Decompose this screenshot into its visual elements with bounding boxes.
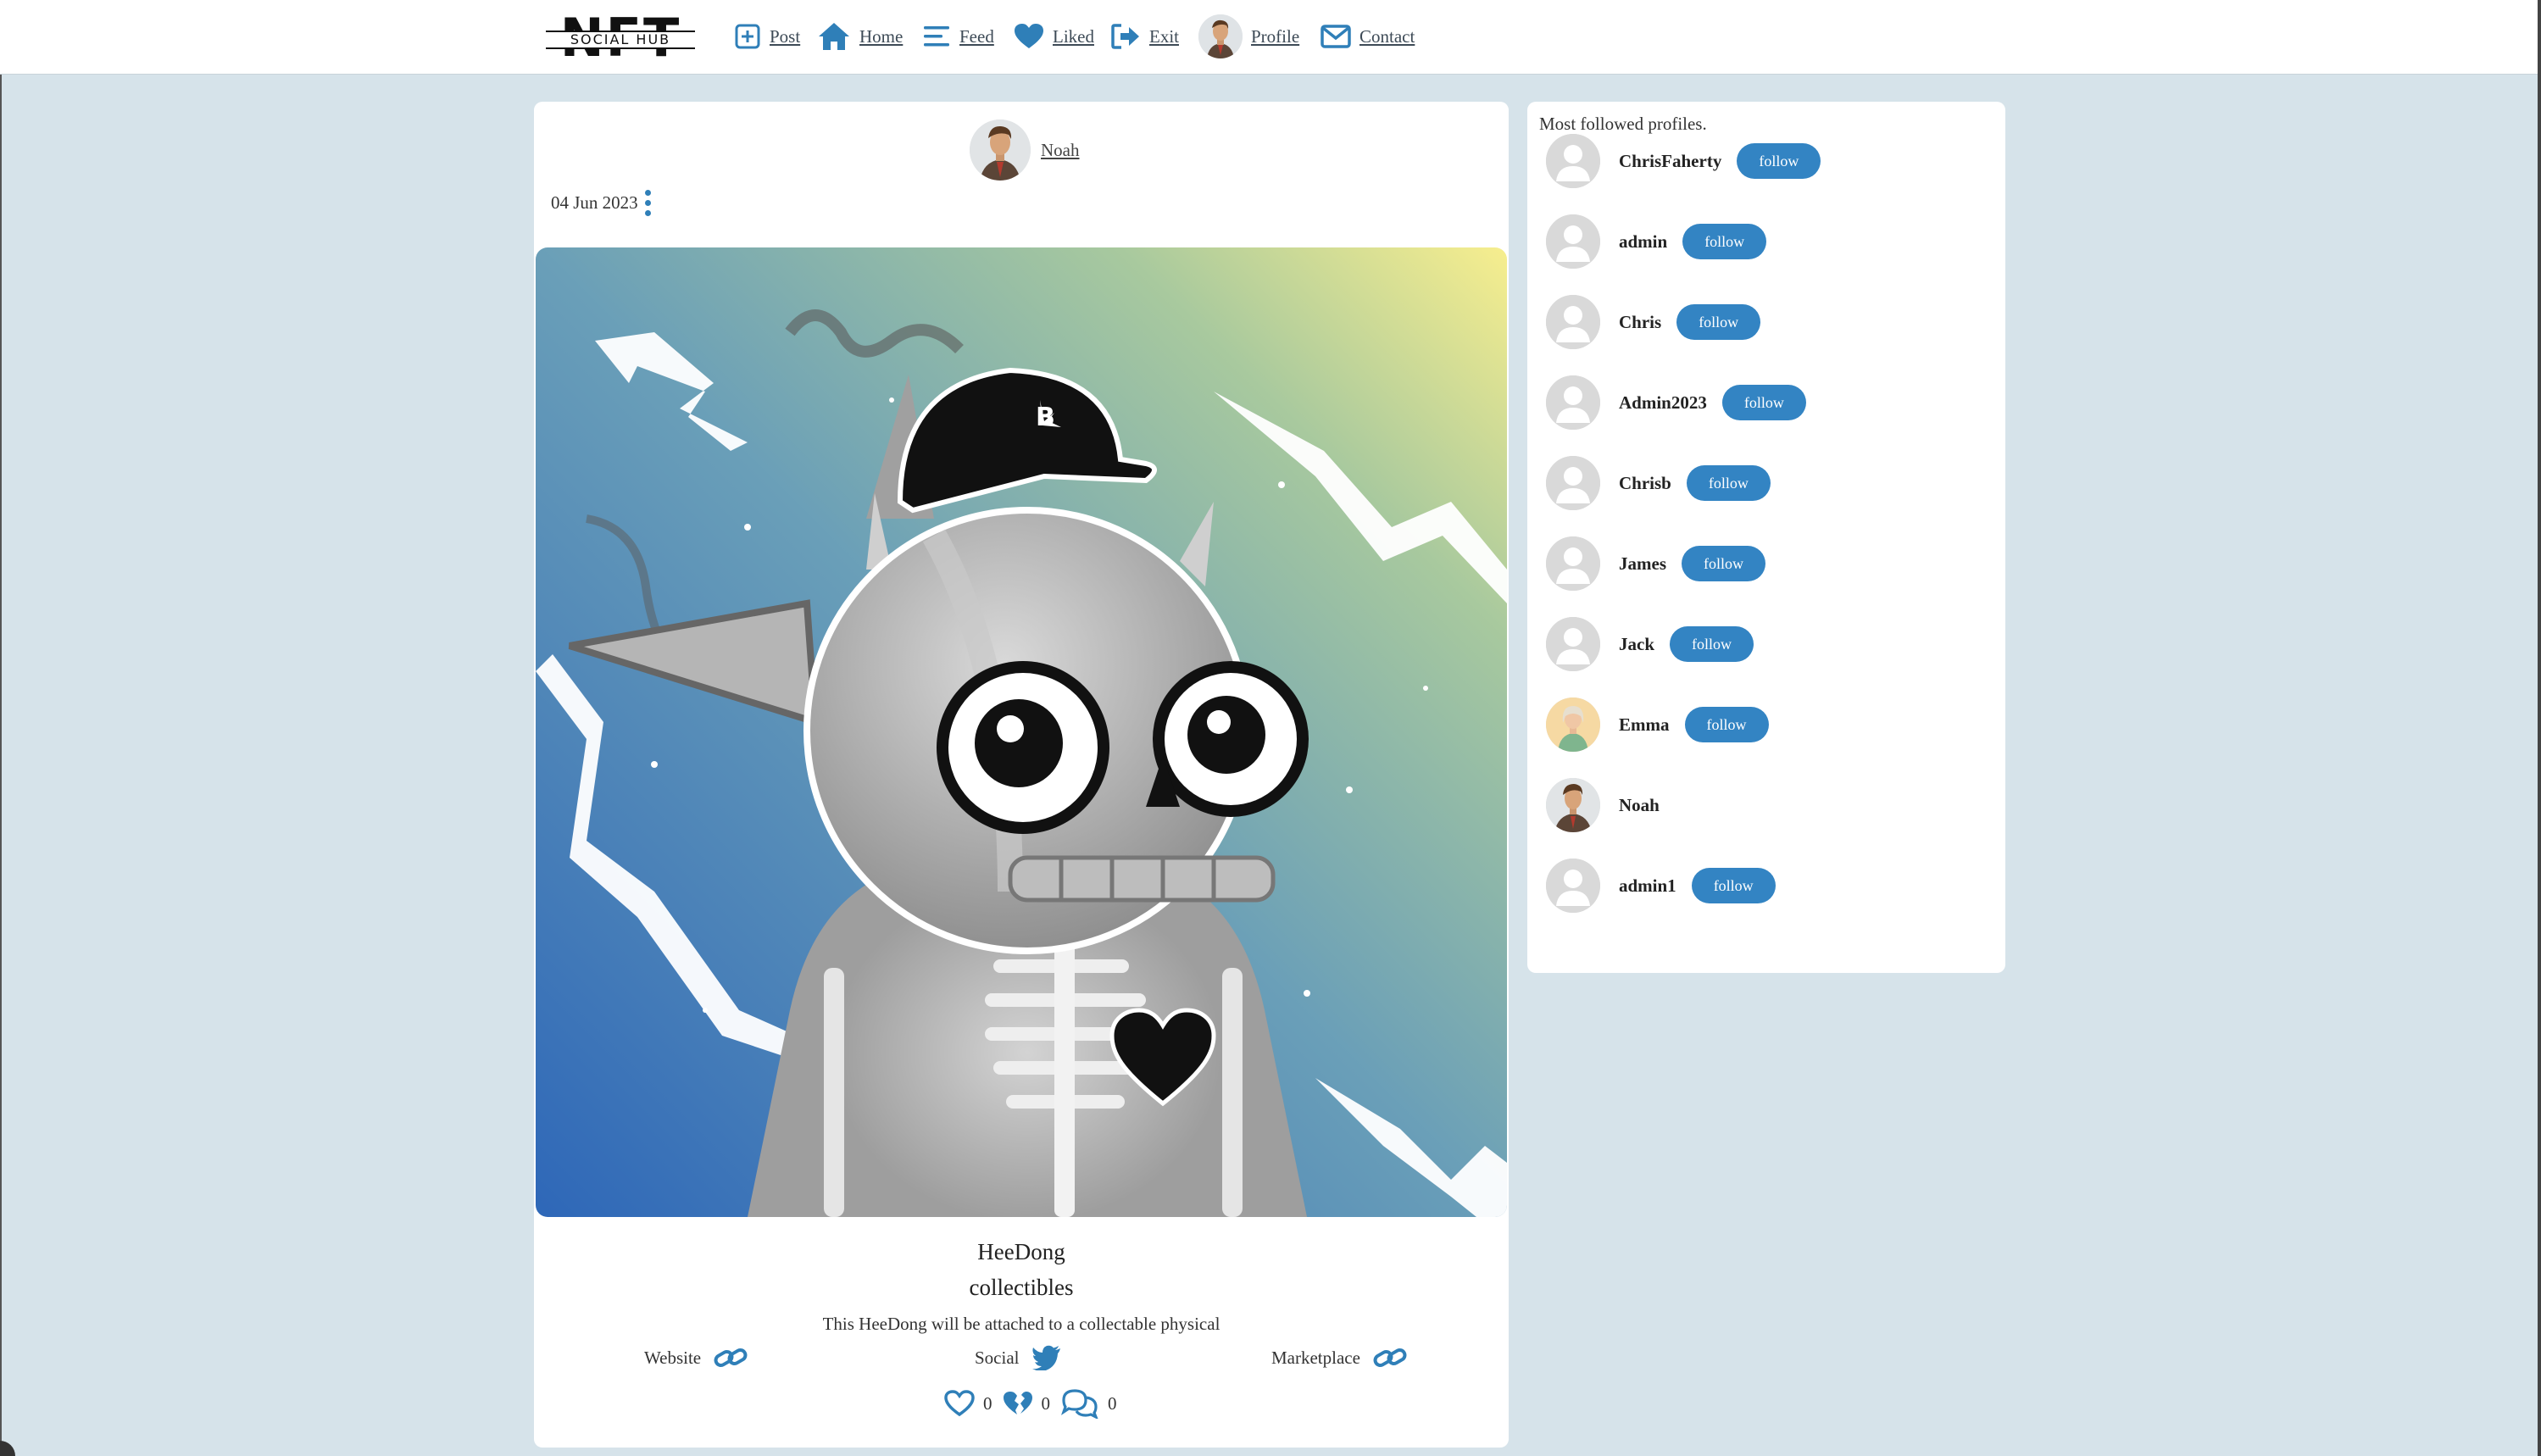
profile-row[interactable]: ChrisFaherty follow (1546, 129, 1821, 193)
nav-contact-label: Contact (1359, 25, 1415, 47)
follow-button[interactable]: follow (1682, 546, 1765, 581)
profile-name[interactable]: admin1 (1619, 875, 1676, 897)
heart-icon (1015, 24, 1043, 48)
most-followed-sidebar: Most followed profiles. ChrisFaherty foll… (1527, 102, 2005, 973)
marketplace-label: Marketplace (1271, 1347, 1360, 1368)
comment-count: 0 (1108, 1392, 1117, 1414)
dislike-count: 0 (1041, 1392, 1051, 1414)
nav-liked-label: Liked (1053, 25, 1094, 47)
profile-name[interactable]: admin (1619, 231, 1667, 253)
social-link[interactable]: Social (975, 1341, 1062, 1375)
profile-name[interactable]: Jack (1619, 634, 1654, 655)
avatar[interactable] (1546, 617, 1600, 671)
like-heart-icon[interactable] (944, 1390, 975, 1417)
avatar[interactable] (1546, 134, 1600, 188)
post-date-row: 04 Jun 2023 (551, 190, 651, 216)
profile-row[interactable]: Jack follow (1546, 612, 1754, 676)
navbar: NFT SOCIAL HUB Post Home Feed Liked (0, 0, 2538, 75)
marketplace-link[interactable]: Marketplace (1271, 1341, 1408, 1375)
author-name-link[interactable]: Noah (1041, 140, 1080, 161)
nav-feed-link[interactable]: Feed (922, 15, 994, 58)
nav-exit-label: Exit (1149, 25, 1179, 47)
broken-heart-icon[interactable] (1003, 1390, 1033, 1417)
follow-button[interactable]: follow (1721, 385, 1806, 420)
profile-row[interactable]: James follow (1546, 531, 1765, 596)
like-count: 0 (983, 1392, 992, 1414)
avatar[interactable] (1546, 536, 1600, 591)
profile-row[interactable]: Admin2023 follow (1546, 370, 1806, 435)
nav-exit-link[interactable]: Exit (1110, 15, 1179, 58)
author-avatar[interactable] (970, 119, 1031, 181)
avatar[interactable] (1546, 778, 1600, 832)
nav-feed-label: Feed (959, 25, 994, 47)
profile-name[interactable]: Chris (1619, 312, 1661, 333)
avatar[interactable] (1546, 295, 1600, 349)
nav-profile-label: Profile (1251, 25, 1300, 47)
profile-name[interactable]: Admin2023 (1619, 392, 1707, 414)
nav-profile-link[interactable]: Profile (1198, 14, 1300, 58)
window-left-edge (0, 0, 2, 1456)
logo-subtext: SOCIAL HUB (570, 31, 671, 47)
profile-name[interactable]: Noah (1619, 795, 1660, 816)
svg-text:B: B (1036, 403, 1055, 432)
avatar[interactable] (1546, 456, 1600, 510)
comments-icon[interactable] (1060, 1388, 1099, 1419)
window-corner (0, 1441, 15, 1456)
logo-band: SOCIAL HUB (546, 31, 695, 49)
follow-button[interactable]: follow (1691, 868, 1776, 903)
nav-liked-link[interactable]: Liked (1014, 15, 1094, 58)
list-icon (924, 26, 949, 47)
profile-name[interactable]: ChrisFaherty (1619, 151, 1721, 172)
profile-row[interactable]: admin follow (1546, 209, 1767, 274)
nav-contact-link[interactable]: Contact (1321, 15, 1415, 58)
plus-square-icon (735, 24, 760, 49)
avatar[interactable] (1546, 375, 1600, 430)
nav-post-label: Post (770, 25, 801, 47)
avatar (1198, 14, 1243, 58)
nav-post-link[interactable]: Post (734, 15, 800, 58)
post-date: 04 Jun 2023 (551, 192, 638, 213)
site-logo[interactable]: NFT SOCIAL HUB (539, 12, 702, 64)
follow-button[interactable]: follow (1686, 465, 1771, 501)
profile-row[interactable]: Chrisb follow (1546, 451, 1771, 515)
profile-name[interactable]: Chrisb (1619, 473, 1671, 494)
link-icon (1373, 1348, 1407, 1367)
follow-button[interactable]: follow (1684, 707, 1769, 742)
website-label: Website (644, 1347, 702, 1368)
link-icon (714, 1348, 748, 1367)
twitter-icon (1031, 1345, 1060, 1370)
profile-row[interactable]: admin1 follow (1546, 853, 1776, 918)
more-options-icon[interactable] (644, 190, 651, 216)
profile-row[interactable]: Emma follow (1546, 692, 1769, 757)
post-author[interactable]: Noah (970, 119, 1080, 181)
exit-icon (1111, 24, 1139, 49)
nft-category: collectibles (969, 1275, 1074, 1300)
follow-button[interactable]: follow (1670, 626, 1754, 662)
website-link[interactable]: Website (644, 1341, 748, 1375)
envelope-icon (1321, 25, 1351, 48)
follow-button[interactable]: follow (1737, 143, 1821, 179)
post-card: Noah 04 Jun 2023 B HeeDong collectibles … (534, 102, 1509, 1448)
post-reactions: 0 0 0 (944, 1387, 1127, 1420)
nav-home-link[interactable]: Home (817, 15, 903, 58)
nav-home-label: Home (859, 25, 904, 47)
social-label: Social (975, 1347, 1020, 1368)
follow-button[interactable]: follow (1676, 304, 1761, 340)
profile-row[interactable]: Chris follow (1546, 290, 1761, 354)
profile-name[interactable]: James (1619, 553, 1666, 575)
nft-description: This HeeDong will be attached to a colle… (822, 1314, 1220, 1334)
nft-image: B (536, 247, 1507, 1217)
profile-row[interactable]: Noah (1546, 773, 1660, 837)
follow-button[interactable]: follow (1682, 224, 1767, 259)
avatar[interactable] (1546, 214, 1600, 269)
home-icon (819, 23, 849, 50)
nft-title: HeeDong (977, 1239, 1065, 1264)
avatar[interactable] (1546, 859, 1600, 913)
avatar[interactable] (1546, 697, 1600, 752)
profile-name[interactable]: Emma (1619, 714, 1670, 736)
window-right-edge (2538, 0, 2541, 1456)
